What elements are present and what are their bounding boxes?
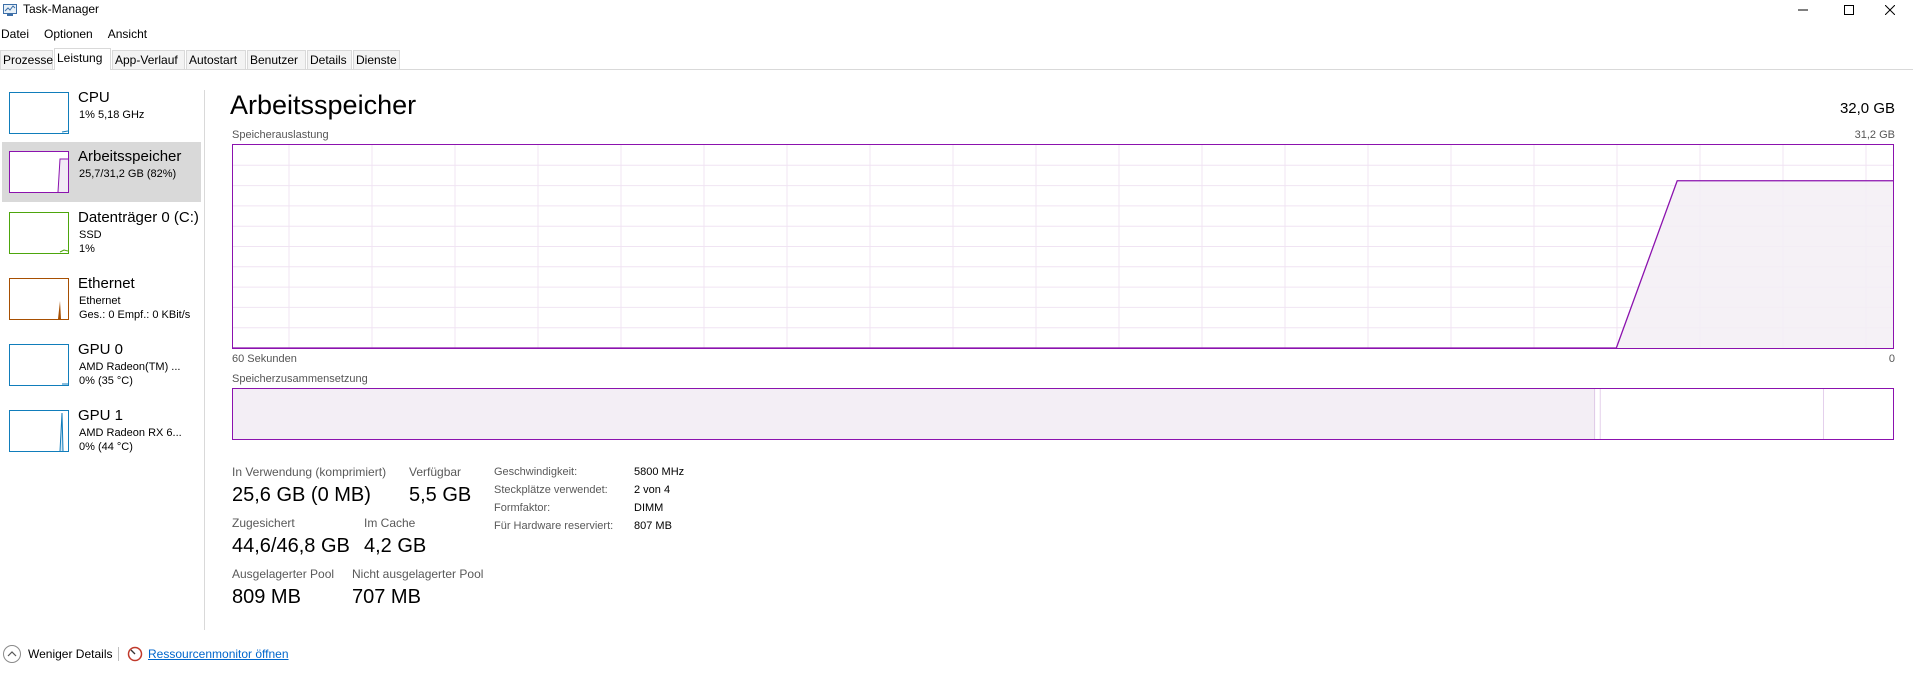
less-details-link[interactable]: Weniger Details: [28, 647, 112, 661]
chevron-up-icon: [7, 651, 17, 657]
sidebar-item-detail: AMD Radeon RX 6...: [79, 427, 182, 439]
sidebar-item-label: GPU 0: [78, 341, 124, 358]
menu-datei[interactable]: Datei: [1, 25, 35, 43]
menu-optionen[interactable]: Optionen: [44, 25, 99, 43]
maximize-button[interactable]: [1826, 0, 1872, 20]
cpu-thumbnail-graph: [9, 92, 69, 134]
hardware-reserved-value: 807 MB: [634, 520, 672, 532]
sidebar-item-detail: AMD Radeon(TM) ...: [79, 361, 181, 373]
nonpaged-pool-label: Nicht ausgelagerter Pool: [352, 567, 484, 581]
memory-thumbnail-graph: [9, 151, 69, 193]
sidebar-item-label: GPU 1: [78, 407, 124, 424]
nonpaged-pool-value: 707 MB: [352, 586, 421, 608]
tab-autostart[interactable]: Autostart: [186, 50, 246, 69]
sidebar-item-ethernet[interactable]: Ethernet Ethernet Ges.: 0 Empf.: 0 KBit/…: [2, 274, 201, 334]
gpu1-thumbnail-graph: [9, 410, 69, 452]
slots-label: Steckplätze verwendet:: [494, 484, 608, 496]
committed-label: Zugesichert: [232, 516, 295, 530]
composition-label: Speicherzusammensetzung: [232, 373, 368, 385]
sidebar-item-detail: 1% 5,18 GHz: [79, 109, 145, 121]
committed-value: 44,6/46,8 GB: [232, 535, 350, 557]
sidebar-item-label: Datenträger 0 (C:): [78, 209, 199, 226]
hardware-reserved-label: Für Hardware reserviert:: [494, 520, 614, 532]
close-icon: [1885, 5, 1895, 15]
close-button[interactable]: [1867, 0, 1913, 20]
page-title: Arbeitsspeicher: [230, 90, 417, 120]
in-use-label: In Verwendung (komprimiert): [232, 465, 387, 479]
disk-thumbnail-graph: [9, 212, 69, 254]
usage-chart-max: 31,2 GB: [1854, 129, 1895, 141]
form-factor-value: DIMM: [634, 502, 664, 514]
sidebar-item-label: Arbeitsspeicher: [78, 148, 182, 165]
window-title: Task-Manager: [23, 2, 100, 16]
sidebar-item-label: CPU: [78, 89, 110, 106]
memory-usage-chart: [232, 144, 1894, 349]
composition-standby: [1600, 389, 1824, 439]
sidebar-divider: [204, 90, 205, 630]
chart-time-label: 60 Sekunden: [232, 353, 297, 365]
cached-value: 4,2 GB: [364, 535, 427, 557]
tab-dienste[interactable]: Dienste: [353, 50, 400, 69]
sidebar-item-label: Ethernet: [78, 275, 135, 292]
tab-prozesse[interactable]: Prozesse: [0, 50, 53, 69]
composition-in-use: [233, 389, 1596, 439]
speed-value: 5800 MHz: [634, 466, 685, 478]
slots-value: 2 von 4: [634, 484, 671, 496]
usage-chart-label: Speicherauslastung: [232, 129, 329, 141]
resource-monitor-link[interactable]: Ressourcenmonitor öffnen: [148, 647, 289, 661]
minimize-icon: [1798, 9, 1808, 11]
sidebar-item-memory[interactable]: Arbeitsspeicher 25,7/31,2 GB (82%): [2, 142, 201, 202]
sidebar-item-gpu0[interactable]: GPU 0 AMD Radeon(TM) ... 0% (35 °C): [2, 340, 201, 400]
memory-total: 32,0 GB: [1839, 100, 1895, 117]
paged-pool-label: Ausgelagerter Pool: [232, 567, 335, 581]
form-factor-label: Formfaktor:: [494, 502, 551, 514]
footer-separator: [118, 647, 119, 661]
sidebar-item-detail-2: 0% (35 °C): [79, 375, 133, 387]
menu-bar: Datei Optionen Ansicht: [0, 25, 161, 43]
paged-pool-value: 809 MB: [232, 586, 301, 608]
sidebar-item-detail-2: Ges.: 0 Empf.: 0 KBit/s: [79, 309, 191, 321]
ethernet-thumbnail-graph: [9, 278, 69, 320]
in-use-value: 25,6 GB (0 MB): [232, 484, 371, 506]
memory-composition-bar: [232, 388, 1894, 440]
sidebar-item-detail: 25,7/31,2 GB (82%): [79, 168, 177, 180]
gpu0-thumbnail-graph: [9, 344, 69, 386]
sidebar-item-cpu[interactable]: CPU 1% 5,18 GHz: [2, 88, 201, 148]
sidebar-item-detail-2: 0% (44 °C): [79, 441, 133, 453]
composition-free: [1823, 389, 1893, 439]
tab-leistung[interactable]: Leistung: [54, 48, 111, 70]
speed-label: Geschwindigkeit:: [494, 466, 578, 478]
available-value: 5,5 GB: [409, 484, 472, 506]
minimize-button[interactable]: [1780, 0, 1826, 20]
tab-app-verlauf[interactable]: App-Verlauf: [112, 50, 185, 69]
tab-details[interactable]: Details: [307, 50, 352, 69]
sidebar-item-disk[interactable]: Datenträger 0 (C:) SSD 1%: [2, 208, 201, 268]
chart-time-end: 0: [1888, 353, 1895, 365]
memory-usage-plot: [233, 145, 1893, 349]
menu-ansicht[interactable]: Ansicht: [108, 25, 153, 43]
title-bar: Task-Manager: [0, 0, 1913, 20]
task-manager-icon: [3, 3, 17, 16]
collapse-details-button[interactable]: [3, 645, 21, 663]
tab-benutzer[interactable]: Benutzer: [247, 50, 306, 69]
sidebar-item-gpu1[interactable]: GPU 1 AMD Radeon RX 6... 0% (44 °C): [2, 406, 201, 466]
resource-monitor-icon: [127, 646, 143, 662]
memory-composition-plot: [233, 389, 1893, 439]
footer-bar: Weniger Details Ressourcenmonitor öffnen: [0, 643, 400, 665]
cached-label: Im Cache: [364, 516, 416, 530]
available-label: Verfügbar: [409, 465, 462, 479]
sidebar-item-detail: Ethernet: [79, 295, 121, 307]
maximize-icon: [1844, 5, 1854, 15]
resource-sidebar: CPU 1% 5,18 GHz Arbeitsspeicher 25,7/31,…: [0, 88, 203, 474]
composition-modified: [1595, 389, 1601, 439]
sidebar-item-detail: SSD: [79, 229, 102, 241]
tab-strip: Prozesse Leistung App-Verlauf Autostart …: [0, 48, 1913, 70]
sidebar-item-detail-2: 1%: [79, 243, 95, 255]
